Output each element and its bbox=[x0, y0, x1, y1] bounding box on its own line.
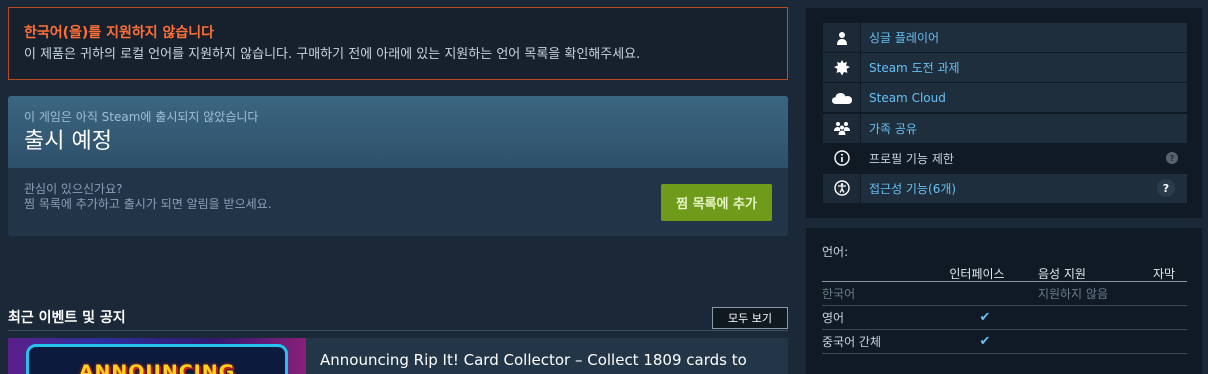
game-features-panel: 싱글 플레이어 Steam 도전 과제 Steam Cloud 가족 공유 프로… bbox=[806, 8, 1202, 218]
language-name: 한국어 bbox=[822, 287, 856, 301]
languages-panel: 언어: 인터페이스 음성 지원 자막 한국어 지원하지 않음 영어 ✔ 중국어 … bbox=[806, 228, 1202, 374]
language-name: 영어 bbox=[822, 311, 845, 325]
column-subtitles: 자막 bbox=[1152, 267, 1176, 281]
feature-label: Steam Cloud bbox=[869, 90, 946, 105]
feature-steam-cloud[interactable]: Steam Cloud bbox=[823, 83, 1187, 113]
feature-family-sharing[interactable]: 가족 공유 bbox=[823, 113, 1187, 143]
feature-label: 싱글 플레이어 bbox=[869, 31, 940, 45]
divider bbox=[8, 330, 788, 331]
languages-header: 언어: bbox=[822, 245, 849, 259]
language-row: 중국어 간체 ✔ bbox=[822, 330, 1187, 354]
language-warning-text: 이 제품은 귀하의 로컬 언어를 지원하지 않습니다. 구매하기 전에 아래에 … bbox=[24, 47, 641, 62]
achievements-icon bbox=[823, 53, 860, 83]
family-sharing-icon bbox=[823, 113, 860, 143]
help-icon[interactable]: ? bbox=[1166, 152, 1178, 165]
check-icon: ✔ bbox=[979, 334, 991, 349]
wishlist-section: 관심이 있으신가요? 찜 목록에 추가하고 출시가 되면 알림을 받으세요. 찜… bbox=[8, 168, 788, 236]
add-to-wishlist-button[interactable]: 찜 목록에 추가 bbox=[661, 184, 772, 221]
recent-events-heading: 최근 이벤트 및 공지 bbox=[8, 310, 126, 326]
languages-columns: 인터페이스 음성 지원 자막 bbox=[822, 265, 1187, 282]
info-icon bbox=[823, 143, 860, 173]
column-interface: 인터페이스 bbox=[949, 267, 1005, 281]
event-title[interactable]: Announcing Rip It! Card Collector – Coll… bbox=[320, 351, 747, 369]
coming-soon-panel: 이 게임은 아직 Steam에 출시되지 않았습니다 출시 예정 관심이 있으신… bbox=[8, 96, 788, 236]
language-not-supported: 지원하지 않음 bbox=[1037, 287, 1108, 301]
cloud-icon bbox=[823, 83, 860, 113]
language-warning-title: 한국어(을)를 지원하지 않습니다 bbox=[24, 25, 214, 41]
event-thumbnail[interactable]: ANNOUNCING bbox=[8, 338, 306, 374]
feature-label: 가족 공유 bbox=[869, 121, 917, 136]
single-player-icon bbox=[823, 23, 860, 52]
wishlist-description: 찜 목록에 추가하고 출시가 되면 알림을 받으세요. bbox=[24, 197, 272, 211]
feature-achievements[interactable]: Steam 도전 과제 bbox=[823, 53, 1187, 83]
help-icon[interactable]: ? bbox=[1157, 179, 1175, 198]
coming-soon-subtitle: 이 게임은 아직 Steam에 출시되지 않았습니다 bbox=[24, 110, 259, 124]
feature-profile-limited[interactable]: 프로필 기능 제한 ? bbox=[823, 143, 1187, 173]
event-thumbnail-text: ANNOUNCING bbox=[78, 361, 236, 374]
feature-label: 프로필 기능 제한 bbox=[869, 151, 954, 166]
feature-label: Steam 도전 과제 bbox=[869, 61, 960, 76]
language-warning-box: 한국어(을)를 지원하지 않습니다 이 제품은 귀하의 로컬 언어를 지원하지 … bbox=[8, 7, 788, 80]
event-thumbnail-frame: ANNOUNCING bbox=[26, 344, 288, 374]
wishlist-question: 관심이 있으신가요? bbox=[24, 182, 123, 196]
language-name: 중국어 간체 bbox=[822, 335, 882, 349]
coming-soon-header: 이 게임은 아직 Steam에 출시되지 않았습니다 출시 예정 bbox=[8, 96, 788, 168]
feature-label: 접근성 기능(6개) bbox=[869, 181, 957, 196]
feature-single-player[interactable]: 싱글 플레이어 bbox=[823, 23, 1187, 52]
accessibility-icon bbox=[823, 173, 860, 203]
column-audio: 음성 지원 bbox=[1038, 267, 1086, 281]
language-row: 한국어 지원하지 않음 bbox=[822, 282, 1187, 306]
language-row: 영어 ✔ bbox=[822, 306, 1187, 330]
coming-soon-title: 출시 예정 bbox=[24, 129, 112, 154]
feature-accessibility[interactable]: 접근성 기능(6개) ? bbox=[823, 173, 1187, 203]
check-icon: ✔ bbox=[979, 310, 991, 325]
view-all-events-button[interactable]: 모두 보기 bbox=[712, 307, 788, 329]
